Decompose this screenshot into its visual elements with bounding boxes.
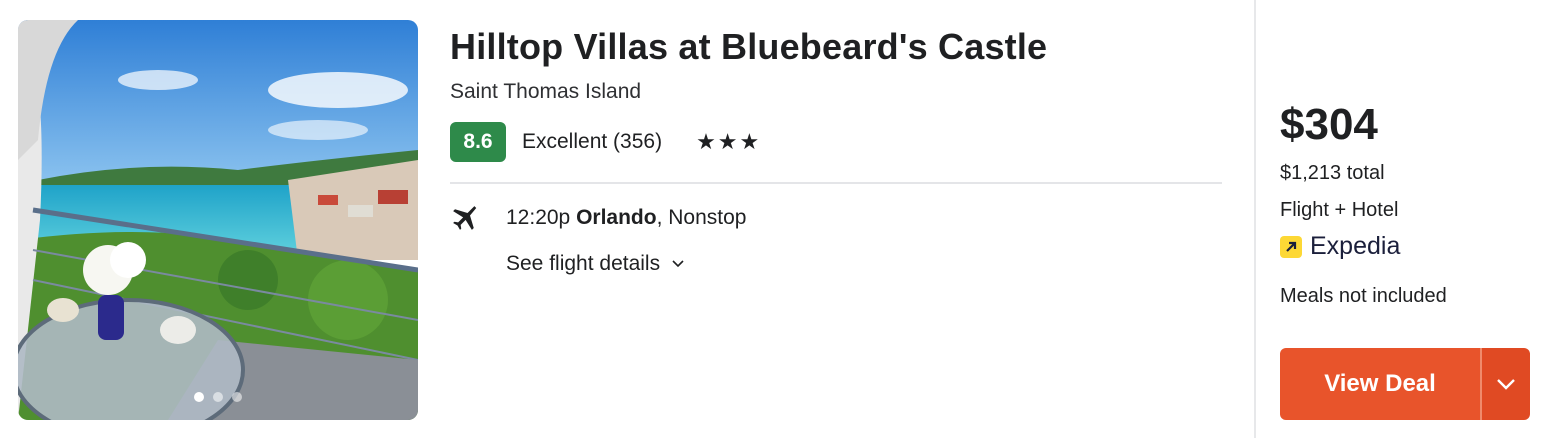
see-flight-details-label: See flight details [506, 252, 661, 275]
nightly-price: $304 [1280, 100, 1378, 149]
provider: Expedia [1280, 232, 1532, 261]
view-deal-button[interactable]: View Deal [1280, 348, 1480, 420]
review-summary: Excellent (356) [522, 130, 663, 153]
flight-summary: 12:20p Orlando, Nonstop [450, 204, 1222, 232]
hotel-info: Hilltop Villas at Bluebeard's Castle Sai… [450, 20, 1222, 276]
chevron-down-icon [672, 260, 684, 268]
hotel-name[interactable]: Hilltop Villas at Bluebeard's Castle [450, 26, 1222, 68]
carousel-dots [18, 392, 418, 402]
carousel-dot[interactable] [194, 392, 204, 402]
divider [450, 182, 1222, 184]
deal-options-dropdown[interactable] [1482, 348, 1530, 420]
departure-time: 12:20p [506, 206, 571, 229]
carousel-dot[interactable] [213, 392, 223, 402]
flight-type: , Nonstop [656, 206, 747, 229]
meals-info: Meals not included [1280, 285, 1447, 307]
carousel-dot[interactable] [232, 392, 242, 402]
rating-row: 8.6 Excellent (356) ★★★ [450, 122, 1222, 162]
departure-city: Orlando [576, 206, 657, 229]
package-type: Flight + Hotel [1280, 199, 1399, 221]
total-price: $1,213 total [1280, 162, 1385, 184]
expedia-logo-icon [1280, 235, 1302, 258]
hotel-photo-image [18, 20, 418, 420]
star-rating: ★★★ [696, 129, 762, 154]
chevron-down-icon [1497, 379, 1515, 390]
hotel-location: Saint Thomas Island [450, 80, 642, 103]
hotel-photo[interactable] [18, 20, 418, 420]
review-score-badge: 8.6 [450, 122, 506, 162]
column-divider [1254, 0, 1256, 438]
view-deal-group: View Deal [1280, 348, 1530, 420]
provider-name: Expedia [1310, 232, 1401, 260]
airplane-icon [453, 206, 477, 230]
price-panel: $304 $1,213 total Flight + Hotel Expedia… [1280, 100, 1532, 308]
see-flight-details-link[interactable]: See flight details [506, 252, 1222, 276]
